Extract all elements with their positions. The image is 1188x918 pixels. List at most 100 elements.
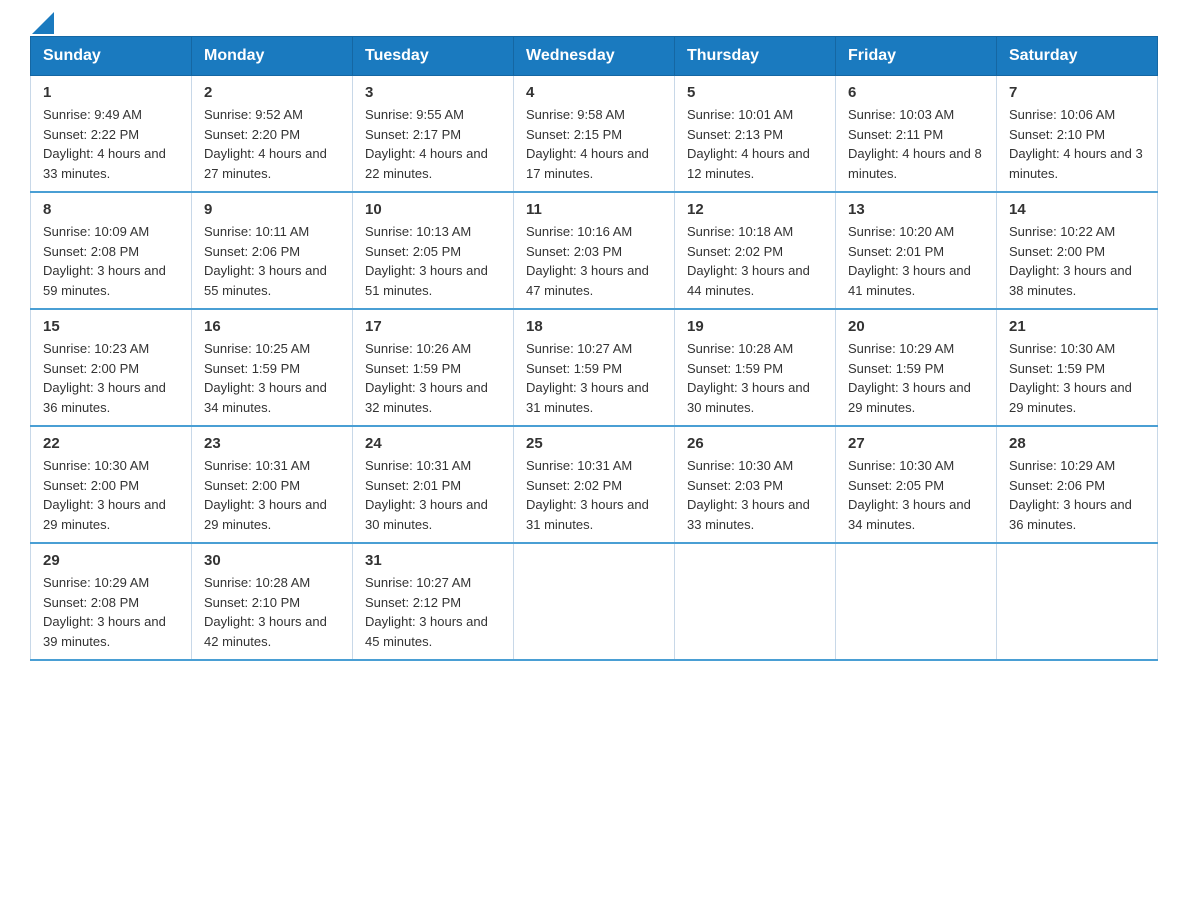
weekday-header-sunday: Sunday xyxy=(31,37,192,76)
day-number: 27 xyxy=(848,435,984,452)
calendar-day-cell: 9 Sunrise: 10:11 AMSunset: 2:06 PMDaylig… xyxy=(192,192,353,309)
day-info: Sunrise: 10:29 AMSunset: 2:08 PMDaylight… xyxy=(43,573,179,651)
day-number: 10 xyxy=(365,201,501,218)
day-number: 28 xyxy=(1009,435,1145,452)
day-info: Sunrise: 10:28 AMSunset: 2:10 PMDaylight… xyxy=(204,573,340,651)
day-number: 23 xyxy=(204,435,340,452)
calendar-body: 1 Sunrise: 9:49 AMSunset: 2:22 PMDayligh… xyxy=(31,76,1158,661)
calendar-day-cell: 20 Sunrise: 10:29 AMSunset: 1:59 PMDayli… xyxy=(836,309,997,426)
day-number: 14 xyxy=(1009,201,1145,218)
calendar-day-cell xyxy=(997,543,1158,660)
day-number: 13 xyxy=(848,201,984,218)
day-info: Sunrise: 10:13 AMSunset: 2:05 PMDaylight… xyxy=(365,222,501,300)
weekday-header-monday: Monday xyxy=(192,37,353,76)
calendar-day-cell: 19 Sunrise: 10:28 AMSunset: 1:59 PMDayli… xyxy=(675,309,836,426)
day-number: 30 xyxy=(204,552,340,569)
day-info: Sunrise: 9:58 AMSunset: 2:15 PMDaylight:… xyxy=(526,105,662,183)
day-info: Sunrise: 10:20 AMSunset: 2:01 PMDaylight… xyxy=(848,222,984,300)
day-info: Sunrise: 10:30 AMSunset: 1:59 PMDaylight… xyxy=(1009,339,1145,417)
day-number: 8 xyxy=(43,201,179,218)
day-number: 15 xyxy=(43,318,179,335)
day-number: 17 xyxy=(365,318,501,335)
calendar-day-cell: 12 Sunrise: 10:18 AMSunset: 2:02 PMDayli… xyxy=(675,192,836,309)
day-info: Sunrise: 9:55 AMSunset: 2:17 PMDaylight:… xyxy=(365,105,501,183)
calendar-day-cell: 24 Sunrise: 10:31 AMSunset: 2:01 PMDayli… xyxy=(353,426,514,543)
day-info: Sunrise: 10:27 AMSunset: 2:12 PMDaylight… xyxy=(365,573,501,651)
calendar-day-cell: 28 Sunrise: 10:29 AMSunset: 2:06 PMDayli… xyxy=(997,426,1158,543)
day-info: Sunrise: 10:30 AMSunset: 2:00 PMDaylight… xyxy=(43,456,179,534)
day-info: Sunrise: 10:31 AMSunset: 2:01 PMDaylight… xyxy=(365,456,501,534)
day-number: 1 xyxy=(43,84,179,101)
day-info: Sunrise: 10:26 AMSunset: 1:59 PMDaylight… xyxy=(365,339,501,417)
calendar-day-cell: 21 Sunrise: 10:30 AMSunset: 1:59 PMDayli… xyxy=(997,309,1158,426)
day-info: Sunrise: 10:25 AMSunset: 1:59 PMDaylight… xyxy=(204,339,340,417)
day-info: Sunrise: 9:52 AMSunset: 2:20 PMDaylight:… xyxy=(204,105,340,183)
day-number: 6 xyxy=(848,84,984,101)
calendar-day-cell: 18 Sunrise: 10:27 AMSunset: 1:59 PMDayli… xyxy=(514,309,675,426)
calendar-day-cell xyxy=(675,543,836,660)
logo-arrow-icon xyxy=(32,12,54,34)
calendar-day-cell: 15 Sunrise: 10:23 AMSunset: 2:00 PMDayli… xyxy=(31,309,192,426)
calendar-week-row: 22 Sunrise: 10:30 AMSunset: 2:00 PMDayli… xyxy=(31,426,1158,543)
weekday-header-saturday: Saturday xyxy=(997,37,1158,76)
day-info: Sunrise: 10:11 AMSunset: 2:06 PMDaylight… xyxy=(204,222,340,300)
day-info: Sunrise: 10:31 AMSunset: 2:02 PMDaylight… xyxy=(526,456,662,534)
day-number: 12 xyxy=(687,201,823,218)
day-info: Sunrise: 10:22 AMSunset: 2:00 PMDaylight… xyxy=(1009,222,1145,300)
calendar-day-cell: 31 Sunrise: 10:27 AMSunset: 2:12 PMDayli… xyxy=(353,543,514,660)
calendar-day-cell: 7 Sunrise: 10:06 AMSunset: 2:10 PMDaylig… xyxy=(997,76,1158,193)
calendar-day-cell: 22 Sunrise: 10:30 AMSunset: 2:00 PMDayli… xyxy=(31,426,192,543)
calendar-day-cell: 8 Sunrise: 10:09 AMSunset: 2:08 PMDaylig… xyxy=(31,192,192,309)
day-info: Sunrise: 10:06 AMSunset: 2:10 PMDaylight… xyxy=(1009,105,1145,183)
logo[interactable] xyxy=(30,20,54,26)
calendar-day-cell: 3 Sunrise: 9:55 AMSunset: 2:17 PMDayligh… xyxy=(353,76,514,193)
day-info: Sunrise: 10:30 AMSunset: 2:03 PMDaylight… xyxy=(687,456,823,534)
day-number: 25 xyxy=(526,435,662,452)
calendar-day-cell: 30 Sunrise: 10:28 AMSunset: 2:10 PMDayli… xyxy=(192,543,353,660)
day-number: 22 xyxy=(43,435,179,452)
weekday-header-row: SundayMondayTuesdayWednesdayThursdayFrid… xyxy=(31,37,1158,76)
day-info: Sunrise: 10:29 AMSunset: 2:06 PMDaylight… xyxy=(1009,456,1145,534)
weekday-header-friday: Friday xyxy=(836,37,997,76)
day-number: 7 xyxy=(1009,84,1145,101)
calendar-week-row: 29 Sunrise: 10:29 AMSunset: 2:08 PMDayli… xyxy=(31,543,1158,660)
day-number: 2 xyxy=(204,84,340,101)
weekday-header-tuesday: Tuesday xyxy=(353,37,514,76)
calendar-day-cell: 17 Sunrise: 10:26 AMSunset: 1:59 PMDayli… xyxy=(353,309,514,426)
day-number: 21 xyxy=(1009,318,1145,335)
calendar-day-cell: 14 Sunrise: 10:22 AMSunset: 2:00 PMDayli… xyxy=(997,192,1158,309)
calendar-day-cell: 13 Sunrise: 10:20 AMSunset: 2:01 PMDayli… xyxy=(836,192,997,309)
day-number: 29 xyxy=(43,552,179,569)
day-info: Sunrise: 10:29 AMSunset: 1:59 PMDaylight… xyxy=(848,339,984,417)
day-number: 26 xyxy=(687,435,823,452)
calendar-day-cell: 4 Sunrise: 9:58 AMSunset: 2:15 PMDayligh… xyxy=(514,76,675,193)
day-number: 11 xyxy=(526,201,662,218)
calendar-week-row: 1 Sunrise: 9:49 AMSunset: 2:22 PMDayligh… xyxy=(31,76,1158,193)
weekday-header-thursday: Thursday xyxy=(675,37,836,76)
day-info: Sunrise: 9:49 AMSunset: 2:22 PMDaylight:… xyxy=(43,105,179,183)
calendar-day-cell: 25 Sunrise: 10:31 AMSunset: 2:02 PMDayli… xyxy=(514,426,675,543)
calendar-day-cell: 23 Sunrise: 10:31 AMSunset: 2:00 PMDayli… xyxy=(192,426,353,543)
calendar-day-cell: 16 Sunrise: 10:25 AMSunset: 1:59 PMDayli… xyxy=(192,309,353,426)
calendar-day-cell xyxy=(514,543,675,660)
day-info: Sunrise: 10:18 AMSunset: 2:02 PMDaylight… xyxy=(687,222,823,300)
calendar-day-cell: 1 Sunrise: 9:49 AMSunset: 2:22 PMDayligh… xyxy=(31,76,192,193)
calendar-day-cell: 11 Sunrise: 10:16 AMSunset: 2:03 PMDayli… xyxy=(514,192,675,309)
day-info: Sunrise: 10:23 AMSunset: 2:00 PMDaylight… xyxy=(43,339,179,417)
calendar-day-cell: 5 Sunrise: 10:01 AMSunset: 2:13 PMDaylig… xyxy=(675,76,836,193)
day-info: Sunrise: 10:09 AMSunset: 2:08 PMDaylight… xyxy=(43,222,179,300)
day-number: 3 xyxy=(365,84,501,101)
calendar-day-cell: 6 Sunrise: 10:03 AMSunset: 2:11 PMDaylig… xyxy=(836,76,997,193)
calendar-week-row: 8 Sunrise: 10:09 AMSunset: 2:08 PMDaylig… xyxy=(31,192,1158,309)
day-info: Sunrise: 10:30 AMSunset: 2:05 PMDaylight… xyxy=(848,456,984,534)
day-number: 4 xyxy=(526,84,662,101)
calendar-table: SundayMondayTuesdayWednesdayThursdayFrid… xyxy=(30,36,1158,661)
calendar-day-cell: 29 Sunrise: 10:29 AMSunset: 2:08 PMDayli… xyxy=(31,543,192,660)
calendar-week-row: 15 Sunrise: 10:23 AMSunset: 2:00 PMDayli… xyxy=(31,309,1158,426)
calendar-header: SundayMondayTuesdayWednesdayThursdayFrid… xyxy=(31,37,1158,76)
weekday-header-wednesday: Wednesday xyxy=(514,37,675,76)
day-number: 24 xyxy=(365,435,501,452)
day-info: Sunrise: 10:01 AMSunset: 2:13 PMDaylight… xyxy=(687,105,823,183)
day-number: 5 xyxy=(687,84,823,101)
day-info: Sunrise: 10:27 AMSunset: 1:59 PMDaylight… xyxy=(526,339,662,417)
